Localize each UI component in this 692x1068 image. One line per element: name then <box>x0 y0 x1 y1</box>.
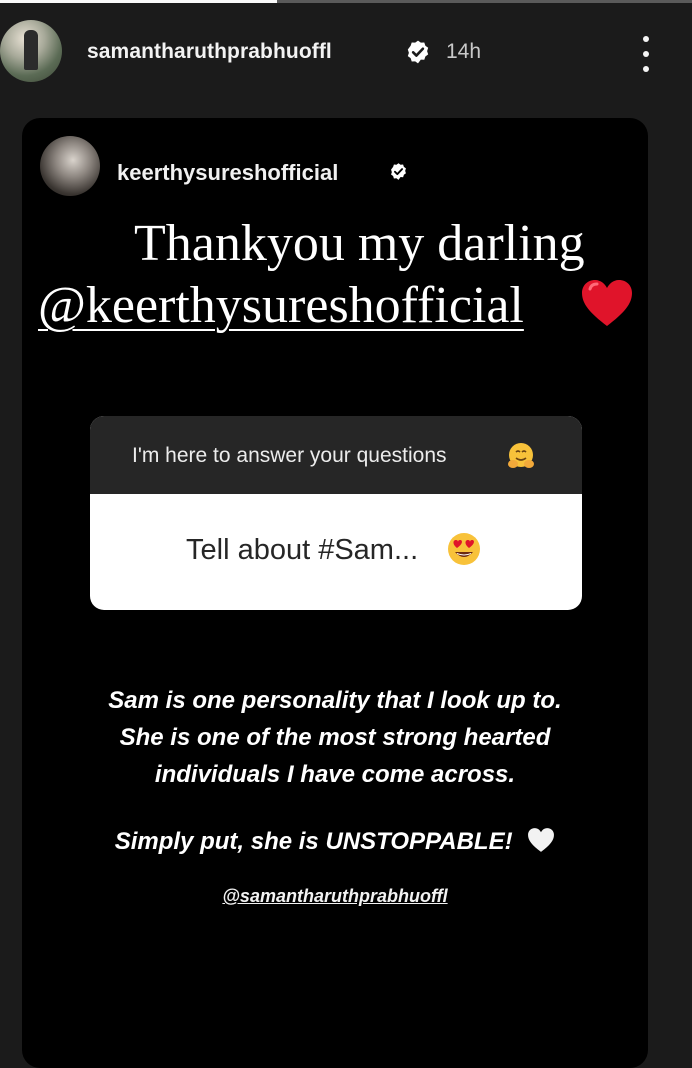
reply-line: individuals I have come across. <box>154 761 516 788</box>
hugging-face-icon <box>508 443 534 468</box>
caption-mention-link[interactable]: @keerthysureshofficial <box>38 278 524 334</box>
reply-text: Sam is one personality that I look up to… <box>22 682 648 793</box>
caption-text: Thankyou my darling <box>134 215 585 272</box>
story-progress-fill <box>0 0 277 3</box>
verified-badge-icon <box>407 40 429 64</box>
bottom-mention-link[interactable]: @samantharuthprabhuoffl <box>22 886 648 907</box>
heart-eyes-icon <box>448 533 480 565</box>
reply-line: She is one of the most strong hearted <box>119 724 551 751</box>
question-prompt: I'm here to answer your questions <box>132 444 447 467</box>
white-heart-icon <box>528 828 555 852</box>
reply-closing-text: Simply put, she is UNSTOPPABLE! <box>114 828 513 855</box>
shared-author-avatar[interactable] <box>40 136 100 196</box>
question-answer: Tell about #Sam... <box>186 534 419 566</box>
story-header: samantharuthprabhuoffl 14h <box>0 18 692 88</box>
reply-closing: Simply put, she is UNSTOPPABLE! <box>22 827 648 856</box>
story-progress-track <box>0 0 692 3</box>
question-sticker-header: I'm here to answer your questions <box>90 416 582 494</box>
reply-line: Sam is one personality that I look up to… <box>108 687 562 714</box>
author-avatar[interactable] <box>0 20 62 82</box>
more-vertical-icon[interactable] <box>636 36 656 72</box>
post-time: 14h <box>446 40 482 63</box>
verified-badge-icon <box>391 163 406 180</box>
shared-post-card: keerthysureshofficial Thankyou my darlin… <box>22 118 648 1068</box>
shared-author-username[interactable]: keerthysureshofficial <box>117 160 338 186</box>
question-sticker[interactable]: I'm here to answer your questions Tell a… <box>90 416 582 610</box>
author-username[interactable]: samantharuthprabhuoffl <box>87 40 332 64</box>
red-heart-icon <box>582 280 632 326</box>
